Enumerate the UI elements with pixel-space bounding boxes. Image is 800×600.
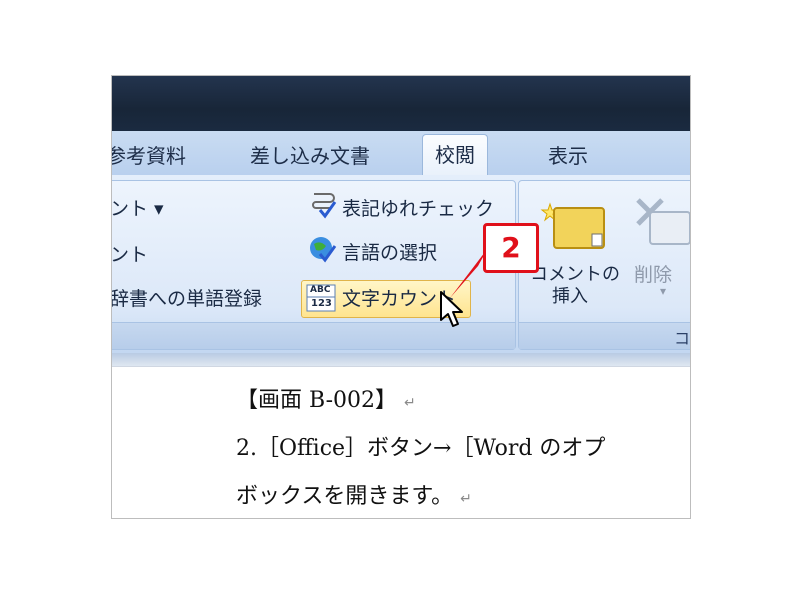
globe-check-icon <box>310 237 337 263</box>
comments-group-footer <box>519 322 690 349</box>
ribbon-tab-strip <box>112 131 690 176</box>
comments-group-label: コ <box>674 329 691 348</box>
new-comment-icon <box>540 202 605 249</box>
document-line-3: ボックスを開きます。 ↵ <box>236 478 472 510</box>
notation-check-button[interactable]: 表記ゆれチェック <box>342 194 494 221</box>
paragraph-mark: ↵ <box>460 491 472 507</box>
add-to-dictionary-button[interactable]: 辞書への単語登録 <box>112 284 262 311</box>
paragraph-mark: ↵ <box>404 395 416 411</box>
screenshot-frame: 参考資料 差し込み文書 校閲 表示 ント ▾ ント 辞書への単語登録 表記ゆれチ… <box>111 75 691 519</box>
tab-mailings[interactable]: 差し込み文書 <box>250 139 370 173</box>
ribbon-item-partial-1[interactable]: ント ▾ <box>112 194 164 221</box>
insert-comment-label-2[interactable]: 挿入 <box>552 282 588 308</box>
step-callout-badge: 2 <box>483 223 539 273</box>
tab-view[interactable]: 表示 <box>548 139 588 173</box>
document-line-2: 2.［Office］ボタン→［Word のオプ <box>236 436 606 461</box>
notation-check-icon <box>312 193 337 219</box>
delete-comment-icon <box>636 198 690 245</box>
document-top-band <box>112 353 690 366</box>
document-line-3-text: ボックスを開きます。 <box>236 484 454 509</box>
language-select-button[interactable]: 言語の選択 <box>342 238 437 265</box>
document-line-1: 【画面 B-002】 ↵ <box>236 382 416 414</box>
tab-references[interactable]: 参考資料 <box>112 139 186 173</box>
ribbon-item-partial-2[interactable]: ント <box>112 240 148 267</box>
document-line-1-text: 【画面 B-002】 <box>236 388 397 413</box>
title-bar <box>112 76 690 131</box>
delete-dropdown-icon[interactable]: ▾ <box>660 284 666 298</box>
word-count-icon-bottom: 123 <box>311 298 332 309</box>
word-count-icon-top: ABC <box>310 285 331 295</box>
tab-review[interactable]: 校閲 <box>422 134 488 175</box>
mouse-cursor-icon <box>440 291 463 327</box>
delete-comment-button[interactable]: 削除 <box>634 260 672 287</box>
